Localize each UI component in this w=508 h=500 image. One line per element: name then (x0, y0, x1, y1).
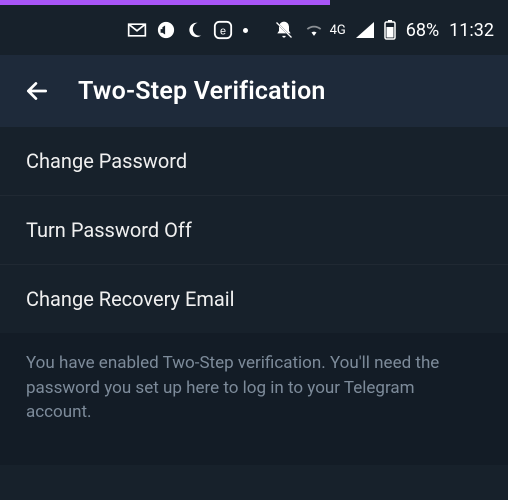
svg-text:e: e (220, 26, 226, 38)
arrow-back-icon[interactable] (24, 78, 50, 104)
turn-password-off-item[interactable]: Turn Password Off (0, 196, 508, 265)
page-title: Two-Step Verification (78, 77, 326, 106)
list-item-label: Turn Password Off (26, 218, 192, 242)
change-recovery-email-item[interactable]: Change Recovery Email (0, 265, 508, 333)
time-text: 11:32 (449, 20, 494, 41)
list-item-label: Change Password (26, 149, 187, 173)
moon-icon (185, 21, 203, 39)
list-item-label: Change Recovery Email (26, 287, 234, 311)
gmail-icon (127, 22, 147, 38)
app-bar: Two-Step Verification (0, 55, 508, 127)
wifi-icon (304, 22, 324, 38)
status-bar: e 4G 68% 11:32 (0, 5, 508, 55)
battery-text: 68% (406, 20, 439, 41)
notifications-off-icon (274, 20, 294, 40)
dot-icon (243, 28, 248, 33)
change-password-item[interactable]: Change Password (0, 127, 508, 196)
network-label: 4G (330, 23, 346, 38)
battery-icon (384, 20, 396, 40)
options-list: Change Password Turn Password Off Change… (0, 127, 508, 333)
signal-icon (356, 22, 374, 38)
app-e-icon: e (213, 20, 233, 40)
mute-icon (157, 21, 175, 39)
footer-note: You have enabled Two-Step verification. … (0, 333, 508, 465)
